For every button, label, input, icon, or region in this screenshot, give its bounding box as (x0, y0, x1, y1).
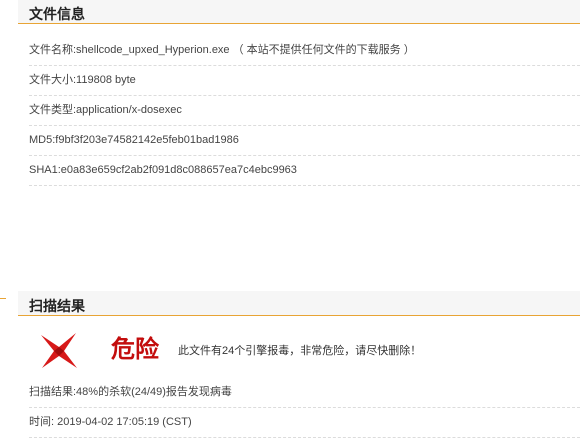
scan-summary: 扫描结果:48%的杀软(24/49)报告发现病毒 (29, 386, 232, 398)
scan-result-title: 扫描结果 (29, 298, 85, 314)
scan-time-row: 时间: 2019-04-02 17:05:19 (CST) (29, 407, 580, 438)
file-info-title: 文件信息 (29, 6, 85, 22)
md5-value: :f9bf3f203e74582142e5feb01bad1986 (52, 134, 239, 146)
file-name-value: :shellcode_upxed_Hyperion.exe （ 本站不提供任何文… (73, 44, 415, 56)
scan-summary-row: 扫描结果:48%的杀软(24/49)报告发现病毒 (29, 377, 580, 408)
md5-row: MD5:f9bf3f203e74582142e5feb01bad1986 (29, 125, 580, 156)
danger-description: 此文件有24个引擎报毒，非常危险，请尽快删除！ (178, 345, 422, 357)
sha1-label: SHA1 (29, 164, 58, 176)
sha1-row: SHA1:e0a83e659cf2ab2f091d8c088657ea7c4eb… (29, 155, 580, 186)
file-type-value: :application/x-dosexec (73, 104, 182, 116)
file-name-row: 文件名称:shellcode_upxed_Hyperion.exe （ 本站不提… (29, 35, 580, 66)
file-name-label: 文件名称 (29, 44, 73, 56)
file-size-label: 文件大小 (29, 74, 73, 86)
danger-label: 危险 (111, 336, 159, 363)
sha1-value: :e0a83e659cf2ab2f091d8c088657ea7c4ebc996… (57, 164, 297, 176)
md5-label: MD5 (29, 134, 53, 146)
danger-x-icon (41, 333, 77, 368)
file-info-header: 文件信息 (18, 0, 580, 24)
scan-result-header: 扫描结果 (18, 291, 580, 316)
file-size-value: :119808 byte (73, 74, 136, 86)
file-size-row: 文件大小:119808 byte (29, 65, 580, 96)
file-type-label: 文件类型 (29, 104, 73, 116)
file-type-row: 文件类型:application/x-dosexec (29, 95, 580, 126)
accent-tick (0, 298, 6, 299)
scan-time: 时间: 2019-04-02 17:05:19 (CST) (29, 416, 192, 428)
file-info-panel: 文件信息 文件名称:shellcode_upxed_Hyperion.exe （… (18, 0, 580, 252)
